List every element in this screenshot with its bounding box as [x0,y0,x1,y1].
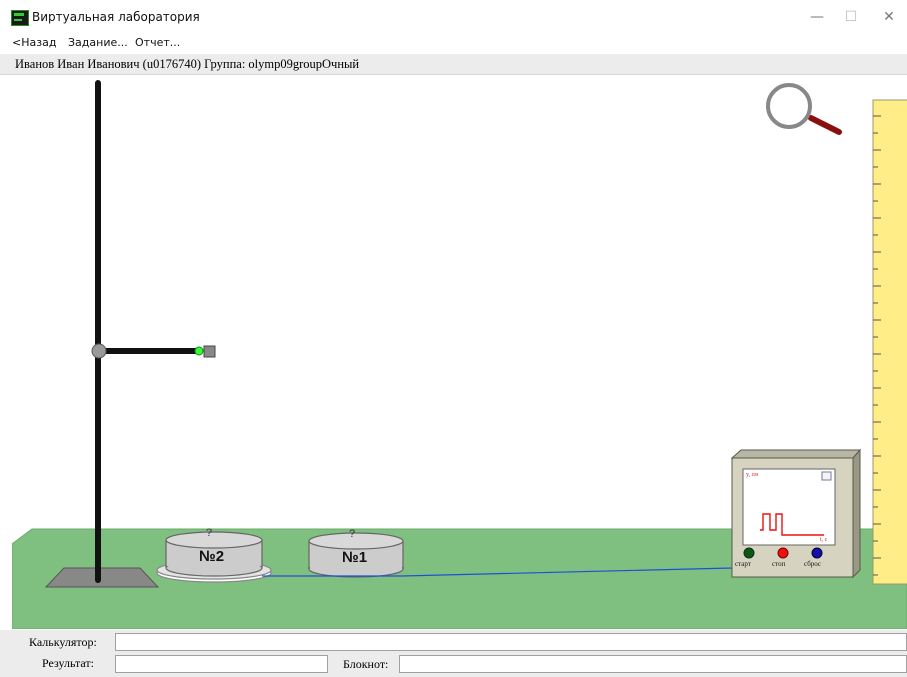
arm-clamp [91,343,107,359]
magnifier-icon[interactable] [766,83,842,135]
minimize-button[interactable]: — [802,8,832,26]
cylinder-2-label: №2 [199,548,225,565]
result-field[interactable] [115,655,328,673]
stop-button[interactable] [777,547,789,559]
result-label: Результат: [42,656,94,670]
cylinder-1-label: №1 [342,549,368,566]
screen-corner-icon [821,471,832,481]
window-title: Виртуальная лаборатория [32,10,200,24]
cylinder-1-mark: ? [349,528,356,540]
calculator-label: Калькулятор: [29,635,97,649]
start-button[interactable] [743,547,755,559]
title-bar: Виртуальная лаборатория — ☐ ✕ [0,0,907,30]
sensor-block [203,345,216,358]
oscilloscope-axis-y: y, см [746,472,759,478]
menu-task[interactable]: Задание... [68,36,128,49]
ruler [872,99,907,585]
notepad-field[interactable] [399,655,907,673]
menu-back[interactable]: <Назад [12,36,56,49]
sensor-led [194,346,204,356]
menu-report[interactable]: Отчет... [135,36,180,49]
stand-base [44,567,160,588]
start-label: старт [735,560,751,568]
app-icon [11,10,29,26]
oscilloscope [730,448,862,579]
calculator-input[interactable] [115,633,907,651]
stop-label: стоп [772,560,786,568]
bottom-panel: Калькулятор: Результат: Блокнот: [0,630,907,677]
stand-pole [95,80,101,583]
menu-bar: <Назад Задание... Отчет... [0,36,907,52]
user-info: Иванов Иван Иванович (u0176740) Группа: … [15,57,360,71]
oscilloscope-axis-t: t, с [820,537,828,543]
reset-label: сброс [804,560,822,568]
oscilloscope-screen [742,468,836,546]
close-button[interactable]: ✕ [874,8,904,26]
stand-arm [100,348,202,354]
user-info-bar: Иванов Иван Иванович (u0176740) Группа: … [0,54,907,75]
maximize-button[interactable]: ☐ [836,8,866,26]
lab-canvas: ? №2 ? №1 y, см t, с старт стоп сброс [12,76,907,629]
notepad-label: Блокнот: [343,657,389,671]
reset-button[interactable] [811,547,823,559]
cylinder-2-mark: ? [206,527,213,539]
